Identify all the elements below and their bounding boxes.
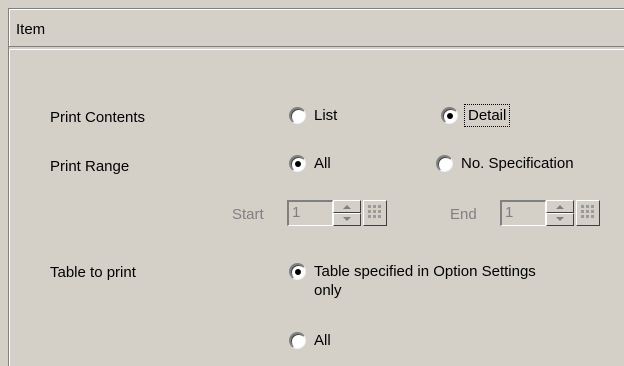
radio-circle [436, 155, 453, 172]
end-spinner[interactable]: 1 [500, 200, 600, 226]
radio-label: List [314, 107, 338, 124]
radio-label: No. Specification [461, 155, 574, 172]
print-range-all-radio[interactable]: All [289, 154, 331, 173]
radio-label: Detail [463, 104, 511, 127]
chevron-down-icon[interactable] [546, 213, 574, 226]
print-contents-detail-radio[interactable]: Detail [441, 104, 511, 127]
end-stepper[interactable] [546, 200, 574, 226]
print-range-label: Print Range [50, 158, 130, 175]
panel-header: Item [9, 9, 624, 47]
keypad-icon [581, 205, 594, 218]
end-input[interactable]: 1 [500, 200, 546, 226]
radio-circle-checked [289, 155, 306, 172]
panel-body: Print Contents List Detail Print Range A… [9, 49, 624, 366]
table-all-radio[interactable]: All [289, 331, 331, 350]
radio-circle-checked [289, 263, 306, 280]
radio-circle-checked [441, 107, 458, 124]
chevron-down-icon[interactable] [333, 213, 361, 226]
panel-title: Item [16, 21, 46, 38]
print-contents-label: Print Contents [50, 109, 146, 126]
table-option-settings-radio[interactable]: Table specified in Option Settings only [289, 262, 549, 300]
radio-label: All [314, 332, 331, 349]
chevron-up-icon[interactable] [546, 200, 574, 213]
start-numpad-button[interactable] [363, 200, 387, 226]
item-panel: Item Print Contents List Detail Print Ra… [8, 8, 624, 366]
start-label: Start [232, 206, 264, 223]
radio-circle [289, 332, 306, 349]
start-spinner[interactable]: 1 [287, 200, 387, 226]
chevron-up-icon[interactable] [333, 200, 361, 213]
radio-label: All [314, 155, 331, 172]
start-stepper[interactable] [333, 200, 361, 226]
keypad-icon [368, 205, 381, 218]
print-range-no-spec-radio[interactable]: No. Specification [436, 154, 574, 173]
table-to-print-label: Table to print [50, 264, 136, 281]
radio-circle [289, 107, 306, 124]
end-label: End [450, 206, 477, 223]
radio-label: Table specified in Option Settings only [314, 263, 536, 299]
start-input[interactable]: 1 [287, 200, 333, 226]
end-numpad-button[interactable] [576, 200, 600, 226]
print-contents-list-radio[interactable]: List [289, 106, 337, 125]
